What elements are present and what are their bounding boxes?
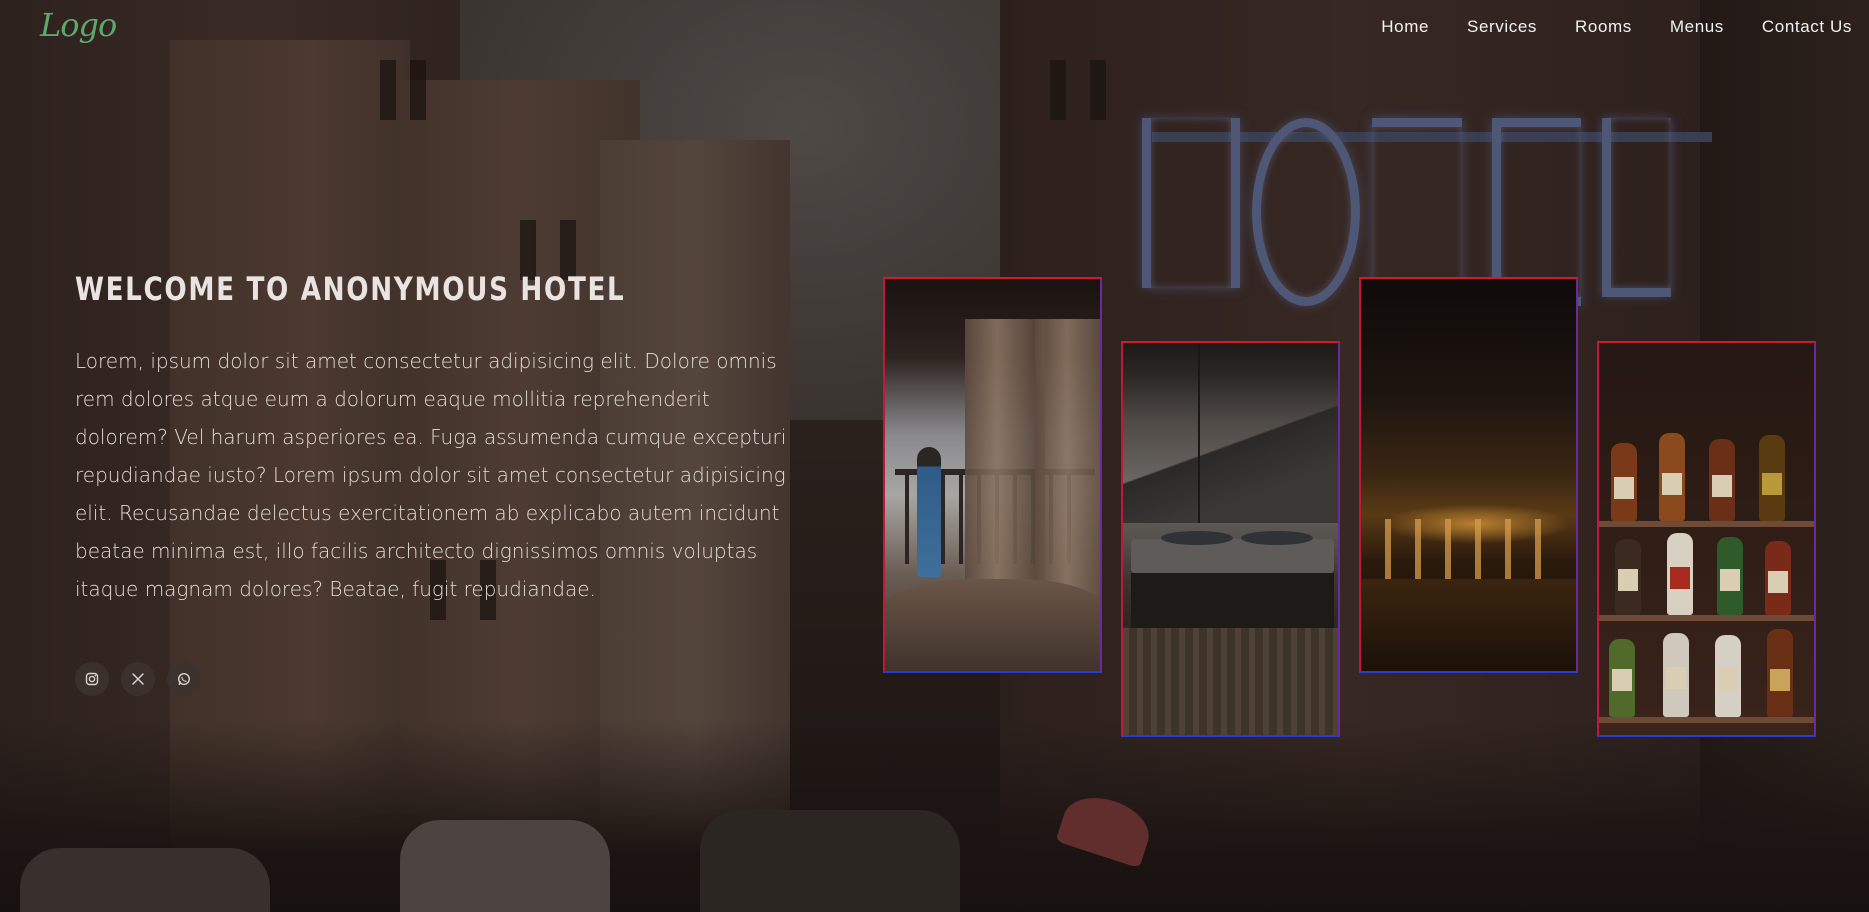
bottle-label	[1712, 475, 1732, 497]
hero-description: Lorem, ipsum dolor sit amet consectetur …	[75, 349, 787, 601]
nav-menus[interactable]: Menus	[1670, 17, 1724, 37]
instagram-icon	[85, 672, 99, 686]
mountain-view	[1123, 403, 1338, 523]
bottle	[1767, 629, 1793, 717]
pillow	[1241, 531, 1313, 545]
whatsapp-icon	[177, 672, 191, 686]
nav-contact-us[interactable]: Contact Us	[1762, 17, 1852, 37]
bed-base	[1131, 573, 1334, 628]
bottle-label	[1770, 669, 1790, 691]
pillow	[1161, 531, 1233, 545]
wooden-floor	[1123, 628, 1338, 735]
bottle-label	[1670, 567, 1690, 589]
x-twitter-link[interactable]	[121, 662, 155, 696]
bottle	[1709, 439, 1735, 521]
logo[interactable]: Logo	[40, 6, 117, 44]
bottle	[1615, 539, 1641, 615]
bottle	[1765, 541, 1791, 615]
nav-home[interactable]: Home	[1381, 17, 1429, 37]
instagram-link[interactable]	[75, 662, 109, 696]
bottle-label	[1768, 571, 1788, 593]
bottle	[1609, 639, 1635, 717]
shelf	[1599, 615, 1814, 621]
shelf	[1599, 717, 1814, 723]
bottle-label	[1612, 669, 1632, 691]
bed	[1131, 539, 1334, 573]
shelf	[1599, 521, 1814, 527]
bottle-label	[1666, 667, 1686, 689]
nav-rooms[interactable]: Rooms	[1575, 17, 1632, 37]
window-frame	[1198, 343, 1200, 523]
gallery-card-bottles[interactable]	[1597, 341, 1816, 737]
bottle-label	[1718, 667, 1738, 689]
bottle	[1717, 537, 1743, 615]
gallery-card-balcony[interactable]	[883, 277, 1102, 673]
bottle	[1659, 433, 1685, 521]
bar-counter	[1361, 579, 1576, 671]
gallery-card-bar[interactable]	[1359, 277, 1578, 673]
whatsapp-link[interactable]	[167, 662, 201, 696]
bottle-label	[1662, 473, 1682, 495]
bottle-label	[1614, 477, 1634, 499]
bottle	[1715, 635, 1741, 717]
main-nav: Home Services Rooms Menus Contact Us	[1381, 17, 1852, 37]
nav-services[interactable]: Services	[1467, 17, 1537, 37]
bottle-label	[1618, 569, 1638, 591]
woman-figure	[917, 447, 941, 577]
bottle	[1663, 633, 1689, 717]
bottle	[1667, 533, 1693, 615]
bottle	[1759, 435, 1785, 521]
social-links	[75, 662, 201, 696]
x-twitter-icon	[132, 673, 144, 685]
bottle	[1611, 443, 1637, 521]
hero-title: WELCOME TO ANONYMOUS HOTEL	[75, 270, 626, 308]
bottle-label	[1762, 473, 1782, 495]
gallery-card-bedroom[interactable]	[1121, 341, 1340, 737]
bottle-label	[1720, 569, 1740, 591]
bed	[885, 579, 1100, 671]
